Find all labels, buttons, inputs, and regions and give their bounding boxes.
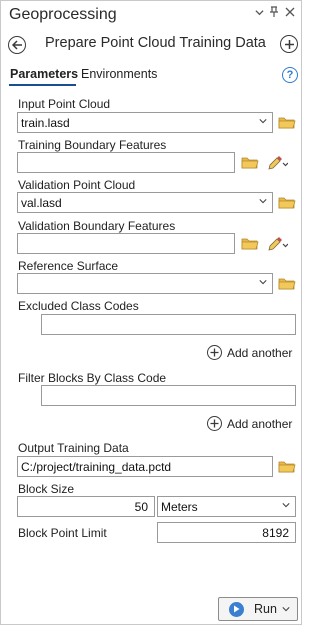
pin-icon[interactable] — [267, 6, 281, 21]
geoprocessing-pane: Geoprocessing Prepare Point Cloud Traini… — [0, 0, 302, 625]
excluded-class-codes-add-another-button[interactable]: Add another — [207, 345, 292, 360]
pane-options-icon[interactable] — [252, 6, 266, 20]
reference-surface-browse-button[interactable] — [278, 276, 296, 294]
plus-circle-icon — [207, 416, 222, 431]
training-boundary-field[interactable] — [17, 152, 235, 173]
folder-icon — [278, 197, 296, 209]
add-another-label: Add another — [227, 416, 293, 431]
output-training-data-label: Output Training Data — [18, 441, 129, 455]
block-size-unit-value: Meters — [161, 500, 198, 514]
validation-boundary-sketch-button[interactable] — [266, 235, 289, 256]
validation-point-cloud-label: Validation Point Cloud — [18, 178, 136, 192]
chevron-down-icon — [259, 199, 267, 204]
tab-parameters[interactable]: Parameters — [10, 67, 78, 81]
folder-icon — [241, 238, 259, 250]
validation-boundary-field[interactable] — [17, 233, 235, 254]
tool-title: Prepare Point Cloud Training Data — [45, 35, 266, 51]
help-icon[interactable]: ? — [282, 67, 298, 83]
folder-icon — [278, 461, 296, 473]
input-point-cloud-value: train.lasd — [21, 116, 70, 130]
block-point-limit-input[interactable]: 8192 — [157, 522, 296, 543]
pencil-icon — [268, 237, 289, 251]
run-label: Run — [254, 602, 277, 616]
run-icon — [229, 601, 244, 617]
add-another-label: Add another — [227, 345, 293, 360]
close-icon[interactable] — [283, 6, 297, 20]
run-button[interactable]: Run — [218, 597, 298, 621]
folder-icon — [278, 278, 296, 290]
training-boundary-browse-button[interactable] — [241, 155, 259, 173]
validation-point-cloud-value: val.lasd — [21, 196, 62, 210]
training-boundary-sketch-button[interactable] — [266, 154, 289, 175]
chevron-down-icon[interactable] — [282, 605, 290, 613]
block-size-input[interactable]: 50 — [17, 496, 155, 517]
training-boundary-label: Training Boundary Features — [18, 138, 167, 152]
chevron-down-icon — [282, 503, 290, 508]
excluded-class-codes-label: Excluded Class Codes — [18, 299, 139, 313]
input-point-cloud-field[interactable]: train.lasd — [17, 112, 273, 133]
block-size-label: Block Size — [18, 482, 75, 496]
block-point-limit-value: 8192 — [262, 526, 289, 540]
block-size-unit-select[interactable]: Meters — [157, 496, 296, 517]
folder-icon — [241, 157, 259, 169]
active-tab-indicator — [9, 84, 76, 86]
chevron-down-icon — [259, 280, 267, 285]
block-size-value: 50 — [134, 500, 148, 514]
chevron-down-icon — [259, 119, 267, 124]
tab-environments[interactable]: Environments — [81, 67, 157, 81]
filter-blocks-add-another-button[interactable]: Add another — [207, 416, 292, 431]
back-arrow-icon — [11, 40, 22, 50]
validation-boundary-label: Validation Boundary Features — [18, 219, 176, 233]
input-point-cloud-browse-button[interactable] — [278, 115, 296, 133]
folder-icon — [278, 117, 296, 129]
excluded-class-codes-field[interactable] — [41, 314, 296, 335]
output-training-data-value: C:/project/training_data.pctd — [21, 460, 172, 474]
reference-surface-field[interactable] — [17, 273, 273, 294]
reference-surface-label: Reference Surface — [18, 259, 119, 273]
validation-boundary-browse-button[interactable] — [241, 236, 259, 254]
filter-blocks-label: Filter Blocks By Class Code — [18, 371, 167, 385]
plus-icon — [284, 39, 294, 49]
output-training-data-browse-button[interactable] — [278, 459, 296, 477]
pane-title: Geoprocessing — [9, 6, 117, 23]
validation-point-cloud-field[interactable]: val.lasd — [17, 192, 273, 213]
back-button[interactable] — [8, 36, 26, 54]
block-point-limit-label: Block Point Limit — [18, 526, 107, 540]
add-button[interactable] — [280, 35, 298, 53]
plus-circle-icon — [207, 345, 222, 360]
validation-point-cloud-browse-button[interactable] — [278, 195, 296, 213]
output-training-data-field[interactable]: C:/project/training_data.pctd — [17, 456, 273, 477]
input-point-cloud-label: Input Point Cloud — [18, 97, 111, 111]
filter-blocks-field[interactable] — [41, 385, 296, 406]
pencil-icon — [268, 156, 289, 170]
